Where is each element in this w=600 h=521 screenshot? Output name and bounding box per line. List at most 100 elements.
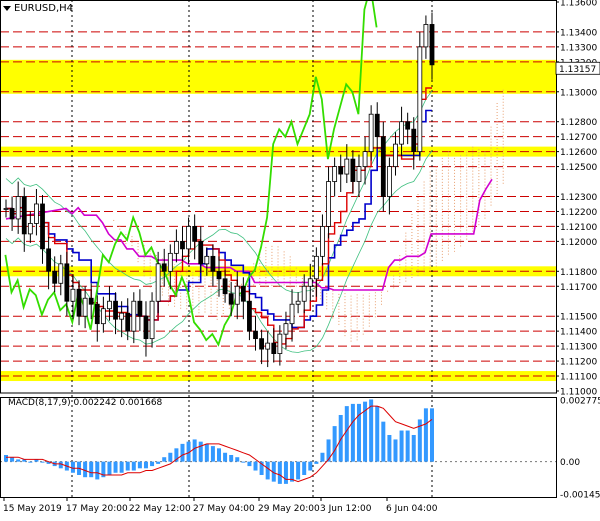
macd-bar xyxy=(162,457,167,462)
price-tick-label: 1.12500 xyxy=(560,163,597,173)
macd-bar xyxy=(16,459,21,462)
macd-bar xyxy=(290,461,295,482)
macd-bar xyxy=(338,414,343,462)
macd-bar xyxy=(296,461,301,480)
time-axis: 15 May 2019 17 May 20:00 22 May 12:00 27 Ma… xyxy=(3,497,438,514)
macd-bar xyxy=(125,461,130,471)
macd-bar xyxy=(83,461,88,478)
bull-candle xyxy=(393,143,398,167)
bull-candle xyxy=(27,223,33,235)
macd-bar xyxy=(314,461,319,464)
bull-candle xyxy=(149,300,155,340)
macd-bar xyxy=(302,461,307,475)
bull-candle xyxy=(265,342,271,350)
bear-candle xyxy=(338,166,344,175)
price-tick-label: 1.12000 xyxy=(560,238,597,248)
bear-candle xyxy=(143,315,149,340)
bear-candle xyxy=(88,297,94,305)
bull-candle xyxy=(70,288,76,302)
macd-bar xyxy=(223,452,228,462)
bull-candle xyxy=(100,308,106,325)
macd-bar xyxy=(326,439,331,462)
macd-bar xyxy=(131,461,136,471)
macd-axis: 0.002775 0.00 -0.001456 xyxy=(560,397,600,501)
bear-candle xyxy=(125,312,131,332)
macd-bar xyxy=(265,461,270,480)
bear-candle xyxy=(222,278,228,295)
bear-candle xyxy=(228,293,234,305)
price-tick-label: 1.11800 xyxy=(560,268,597,278)
price-tick-label: 1.11300 xyxy=(560,343,597,353)
macd-bar xyxy=(235,457,240,462)
macd-indicator-name: MACD(8,17,9) xyxy=(8,398,71,408)
bear-candle xyxy=(216,270,222,280)
bull-candle xyxy=(107,300,112,310)
price-tick-label: 1.13300 xyxy=(560,43,597,53)
bull-candle xyxy=(386,166,392,197)
macd-panel[interactable] xyxy=(0,399,556,484)
bull-candle xyxy=(295,300,301,305)
price-tick-label: 1.12200 xyxy=(560,208,597,218)
price-tick-label: 1.11500 xyxy=(560,313,597,323)
price-panel[interactable] xyxy=(0,0,556,497)
symbol-dropdown-icon[interactable] xyxy=(3,6,11,11)
bear-candle xyxy=(192,226,198,242)
macd-bar xyxy=(411,434,416,462)
macd-bar xyxy=(137,461,142,469)
macd-bar xyxy=(399,430,404,462)
current-price-label: 1.13157 xyxy=(559,65,596,75)
macd-bar xyxy=(70,461,75,473)
macd-bar xyxy=(247,461,252,467)
bear-candle xyxy=(64,263,70,302)
macd-bar xyxy=(168,452,173,462)
bull-candle xyxy=(326,181,331,227)
bear-candle xyxy=(374,113,380,138)
bear-candle xyxy=(94,303,100,325)
bull-candle xyxy=(131,300,137,332)
macd-signal-path xyxy=(6,405,433,483)
bear-candle xyxy=(46,248,51,272)
highlight-zones xyxy=(0,59,556,382)
macd-bar xyxy=(10,457,15,462)
bull-candle xyxy=(344,158,350,175)
eurusd-h4-chart[interactable]: 1.136001.134001.133001.132001.130001.128… xyxy=(0,0,600,521)
bull-candle xyxy=(3,208,9,210)
macd-bar xyxy=(350,403,355,462)
macd-bar xyxy=(393,439,398,462)
price-tick-label: 1.13000 xyxy=(560,88,597,98)
macd-bar xyxy=(344,406,349,462)
macd-bar xyxy=(430,408,434,462)
bull-candle xyxy=(417,46,423,153)
macd-bar xyxy=(89,461,94,478)
bull-candle xyxy=(119,312,125,320)
price-tick-label: 1.12300 xyxy=(560,193,597,203)
bull-candle xyxy=(277,333,283,354)
bull-candle xyxy=(301,285,307,302)
macd-bar xyxy=(320,452,325,462)
bull-candle xyxy=(186,226,191,250)
macd-bar xyxy=(143,461,148,469)
bull-candle xyxy=(155,263,161,302)
macd-bar xyxy=(40,461,45,463)
macd-bar xyxy=(198,441,203,462)
bear-candle xyxy=(247,300,252,332)
macd-bar xyxy=(180,443,185,462)
bear-candle xyxy=(198,240,204,265)
price-tick-label: 1.11400 xyxy=(560,328,597,338)
macd-bar xyxy=(119,461,124,473)
bull-candle xyxy=(307,278,313,287)
price-tick-label: 1.13400 xyxy=(560,28,597,38)
bull-candle xyxy=(82,297,88,317)
bull-candle xyxy=(332,166,338,182)
bull-candle xyxy=(313,255,319,280)
bull-candle xyxy=(58,263,64,284)
bear-candle xyxy=(9,208,15,220)
macd-bar xyxy=(204,443,209,462)
bear-candle xyxy=(137,300,143,317)
macd-bar xyxy=(229,454,234,462)
macd-bar xyxy=(308,461,313,471)
macd-bar xyxy=(150,461,155,467)
time-tick-label: 15 May 2019 xyxy=(3,504,62,514)
macd-bar xyxy=(4,454,8,462)
macd-bar xyxy=(277,461,282,484)
